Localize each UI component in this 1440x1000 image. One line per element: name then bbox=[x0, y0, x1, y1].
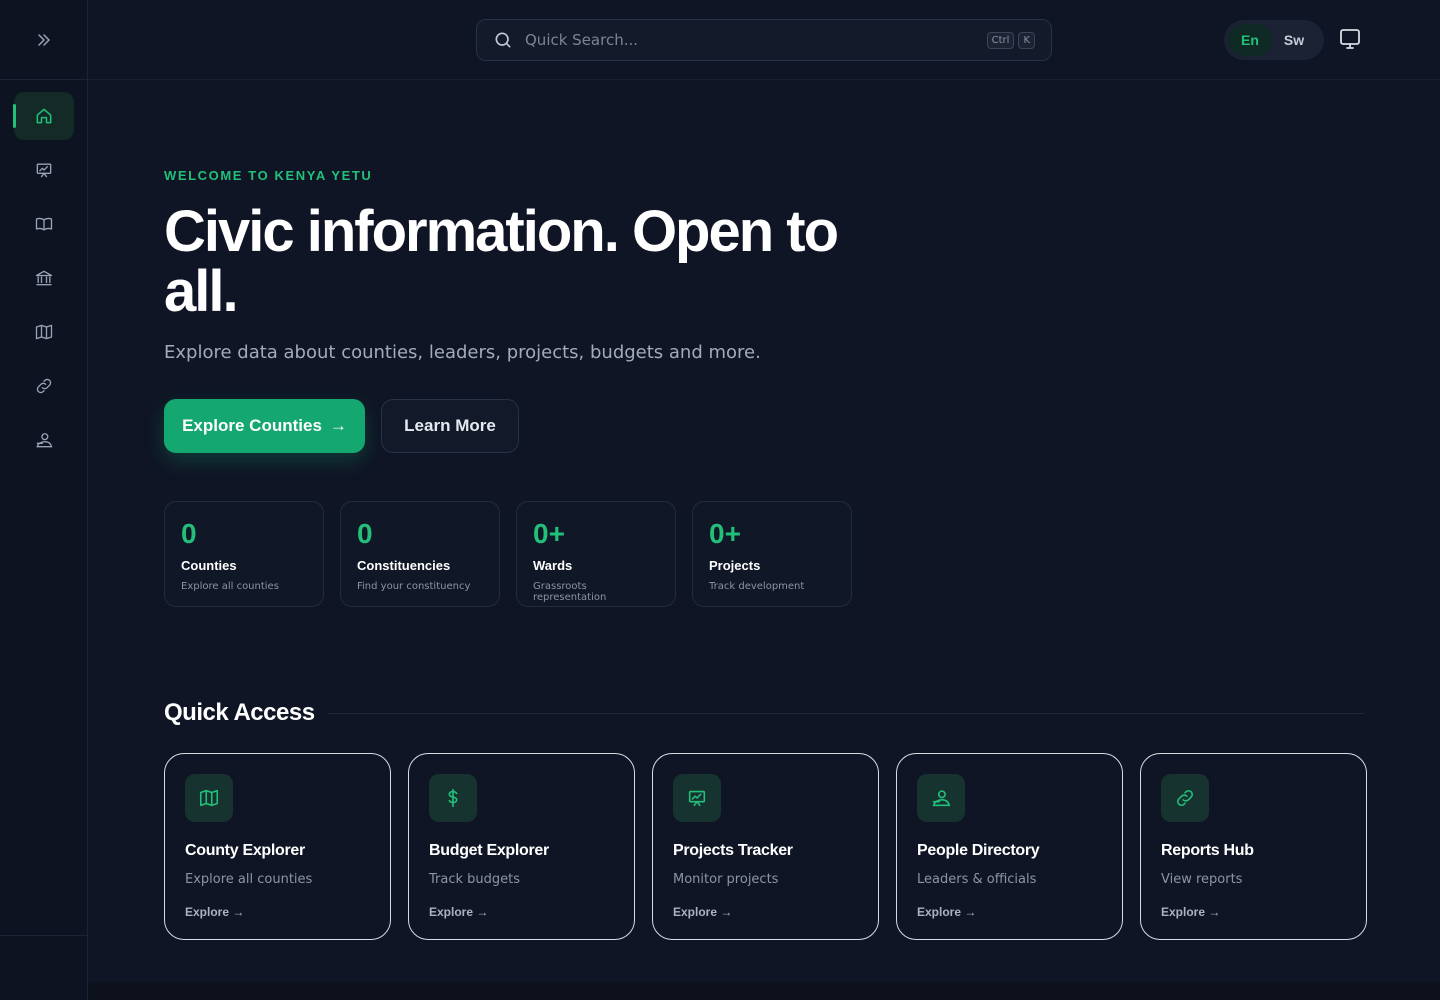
card-explore-link[interactable]: Explore → bbox=[185, 905, 370, 919]
card-description: Explore all counties bbox=[185, 872, 313, 887]
book-icon bbox=[34, 214, 54, 234]
stat-card[interactable]: 0 Counties Explore all counties bbox=[164, 501, 324, 607]
quick-access-title: Quick Access bbox=[164, 699, 315, 726]
card-description: Leaders & officials bbox=[917, 872, 1037, 887]
lang-sw-button[interactable]: Sw bbox=[1272, 24, 1316, 56]
link-icon bbox=[34, 376, 54, 396]
stat-value: 0 bbox=[357, 518, 373, 549]
quick-access-card-budget-explorer[interactable]: Budget Explorer Track budgets Explore → bbox=[408, 753, 635, 940]
map-icon bbox=[34, 322, 54, 342]
sidebar-item-counties[interactable] bbox=[14, 308, 74, 356]
stat-value: 0 bbox=[181, 518, 197, 549]
learn-more-button[interactable]: Learn More bbox=[381, 399, 519, 453]
expand-sidebar-icon[interactable] bbox=[34, 30, 54, 50]
building-icon bbox=[34, 268, 54, 288]
sidebar bbox=[0, 0, 88, 1000]
quick-access-divider bbox=[328, 713, 1364, 714]
card-explore-link[interactable]: Explore → bbox=[1161, 905, 1346, 919]
stat-card[interactable]: 0+ Projects Track development bbox=[692, 501, 852, 607]
card-title: People Directory bbox=[917, 842, 1040, 859]
stat-value: 0+ bbox=[709, 518, 741, 549]
hero-title: Civic information. Open to all. bbox=[164, 199, 839, 324]
home-icon bbox=[34, 106, 54, 126]
quick-access-card-people-directory[interactable]: People Directory Leaders & officials Exp… bbox=[896, 753, 1123, 940]
hero-subtitle: Explore data about counties, leaders, pr… bbox=[164, 342, 761, 363]
stat-description: Track development bbox=[709, 581, 805, 592]
quick-access-cards: County Explorer Explore all counties Exp… bbox=[164, 753, 1367, 940]
card-title: Budget Explorer bbox=[429, 842, 549, 859]
lang-en-button[interactable]: En bbox=[1228, 24, 1272, 56]
stat-label: Counties bbox=[181, 558, 237, 573]
stat-description: Explore all counties bbox=[181, 581, 279, 592]
card-title: Reports Hub bbox=[1161, 842, 1254, 859]
quick-access-card-county-explorer[interactable]: County Explorer Explore all counties Exp… bbox=[164, 753, 391, 940]
sidebar-item-projects[interactable] bbox=[14, 146, 74, 194]
stats-row: 0 Counties Explore all counties 0 Consti… bbox=[164, 501, 852, 607]
monitor-icon[interactable] bbox=[1338, 27, 1364, 53]
sidebar-item-people[interactable] bbox=[14, 416, 74, 464]
stat-value: 0+ bbox=[533, 518, 565, 549]
sidebar-item-links[interactable] bbox=[14, 362, 74, 410]
stat-label: Wards bbox=[533, 558, 573, 573]
shortcut-ctrl: Ctrl bbox=[986, 31, 1015, 49]
card-description: Track budgets bbox=[429, 872, 521, 887]
person-icon bbox=[917, 774, 965, 822]
card-explore-link[interactable]: Explore → bbox=[673, 905, 858, 919]
map-icon bbox=[185, 774, 233, 822]
quick-access-card-projects-tracker[interactable]: Projects Tracker Monitor projects Explor… bbox=[652, 753, 879, 940]
sidebar-item-home[interactable] bbox=[12, 92, 74, 140]
stat-description: Find your constituency bbox=[357, 581, 471, 592]
footer-edge bbox=[88, 982, 1440, 1000]
card-title: Projects Tracker bbox=[673, 842, 793, 859]
explore-counties-button[interactable]: Explore Counties → bbox=[164, 399, 365, 453]
dollar-icon bbox=[429, 774, 477, 822]
presentation-chart-icon bbox=[673, 774, 721, 822]
sidebar-item-reports[interactable] bbox=[14, 200, 74, 248]
shortcut-key: K bbox=[1018, 31, 1035, 49]
arrow-right-icon: → bbox=[329, 416, 347, 435]
card-description: View reports bbox=[1161, 872, 1243, 887]
stat-card[interactable]: 0+ Wards Grassroots representation bbox=[516, 501, 676, 607]
language-switcher: En Sw bbox=[1224, 20, 1324, 60]
quick-access-card-reports-hub[interactable]: Reports Hub View reports Explore → bbox=[1140, 753, 1367, 940]
hero-eyebrow: WELCOME TO KENYA YETU bbox=[164, 168, 373, 183]
link-icon bbox=[1161, 774, 1209, 822]
stat-label: Constituencies bbox=[357, 558, 451, 573]
card-explore-link[interactable]: Explore → bbox=[429, 905, 614, 919]
stat-description: Grassroots representation bbox=[533, 581, 607, 603]
top-header: Ctrl K En Sw bbox=[88, 0, 1440, 80]
card-description: Monitor projects bbox=[673, 872, 779, 887]
person-icon bbox=[34, 430, 54, 450]
stat-card[interactable]: 0 Constituencies Find your constituency bbox=[340, 501, 500, 607]
presentation-chart-icon bbox=[34, 160, 54, 180]
sidebar-item-government[interactable] bbox=[14, 254, 74, 302]
card-title: County Explorer bbox=[185, 842, 305, 859]
explore-counties-label: Explore Counties bbox=[182, 416, 322, 435]
sidebar-nav bbox=[0, 80, 87, 464]
sidebar-header bbox=[0, 0, 87, 80]
quick-search[interactable]: Ctrl K bbox=[476, 19, 1052, 61]
card-explore-link[interactable]: Explore → bbox=[917, 905, 1102, 919]
search-icon bbox=[493, 30, 513, 50]
sidebar-divider bbox=[0, 935, 87, 936]
stat-label: Projects bbox=[709, 558, 761, 573]
search-input[interactable] bbox=[525, 31, 983, 49]
